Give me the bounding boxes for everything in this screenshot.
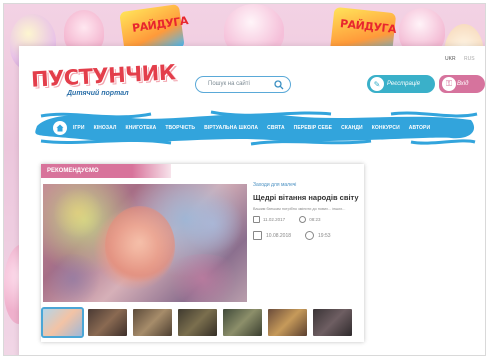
nav-item-holidays[interactable]: свята — [267, 125, 285, 131]
calendar-icon — [253, 231, 262, 241]
thumbnail-2[interactable] — [88, 309, 127, 336]
nav-item-test-yourself[interactable]: перевір себе — [294, 125, 332, 131]
search-input[interactable]: Пошук на сайті — [208, 81, 250, 87]
clock-icon — [299, 216, 307, 224]
home-icon — [56, 124, 64, 132]
nav-item-games[interactable]: ігри — [73, 125, 85, 131]
search-box[interactable]: Пошук на сайті — [195, 76, 291, 93]
register-label: Реєстрація — [387, 81, 420, 87]
key-icon: ⚿ — [441, 76, 457, 92]
pencil-icon: ✎ — [369, 76, 385, 92]
nav-item-creativity[interactable]: творчість — [165, 125, 195, 131]
main-page: UKR RUS ПУСТУНЧИК Дитячий портал Пошук н… — [19, 46, 485, 355]
recommend-meta-row: 11.02.2017 08:23 — [253, 216, 361, 224]
recommend-time: 08:23 — [309, 217, 321, 223]
recommend-header: РЕКОМЕНДУЄМО — [41, 164, 171, 178]
lang-ukr-link[interactable]: UKR — [445, 56, 456, 62]
nav-item-virtual-school[interactable]: віртуальна школа — [204, 125, 258, 131]
recommend-time-2: 19:53 — [318, 232, 331, 239]
nav-item-library[interactable]: книготека — [126, 125, 157, 131]
recommend-date-2: 10.08.2018 — [266, 232, 292, 239]
search-icon[interactable] — [274, 80, 284, 90]
recommend-category-link[interactable]: Заходи для малечі — [253, 182, 361, 188]
nav-item-cinema[interactable]: кінозал — [94, 125, 117, 131]
recommend-info: Заходи для малечі Щедрі вітання народів … — [253, 182, 361, 241]
recommend-block: РЕКОМЕНДУЄМО Заходи для малечі Щедрі віт… — [41, 164, 364, 342]
recommend-main-image[interactable] — [43, 184, 247, 302]
clock-icon — [305, 231, 315, 241]
recommend-title-link[interactable]: Щедрі вітання народів світу — [253, 193, 361, 202]
login-button[interactable]: ⚿ Вхід — [439, 75, 485, 93]
home-button[interactable] — [53, 121, 67, 135]
thumbnail-3[interactable] — [133, 309, 172, 336]
site-logo[interactable]: ПУСТУНЧИК — [30, 60, 176, 92]
site-tagline: Дитячий портал — [67, 90, 129, 97]
recommend-date: 11.02.2017 — [263, 217, 286, 223]
recommend-thumbnails — [41, 307, 358, 338]
thumbnail-7[interactable] — [313, 309, 352, 336]
nav-item-contests[interactable]: конкурси — [372, 125, 400, 131]
main-nav: ігри кінозал книготека творчість віртуал… — [35, 118, 473, 138]
lang-rus-link[interactable]: RUS — [464, 56, 475, 62]
recommend-description: Вашим батькам потрібно змінити до нових.… — [253, 207, 346, 211]
calendar-icon — [253, 216, 260, 224]
browser-viewport: РАЙДУГА РАЙДУГА UKR RUS ПУСТУНЧИК Дитячи… — [3, 3, 486, 356]
nav-item-scans[interactable]: сканди — [341, 125, 363, 131]
thumbnail-1[interactable] — [41, 307, 84, 338]
thumbnail-4[interactable] — [178, 309, 217, 336]
thumbnail-5[interactable] — [223, 309, 262, 336]
thumbnail-6[interactable] — [268, 309, 307, 336]
recommend-meta-row-2: 10.08.2018 19:53 — [253, 231, 361, 241]
register-button[interactable]: ✎ Реєстрація — [367, 75, 435, 93]
login-label: Вхід — [457, 81, 469, 87]
nav-item-authors[interactable]: автори — [409, 125, 430, 131]
